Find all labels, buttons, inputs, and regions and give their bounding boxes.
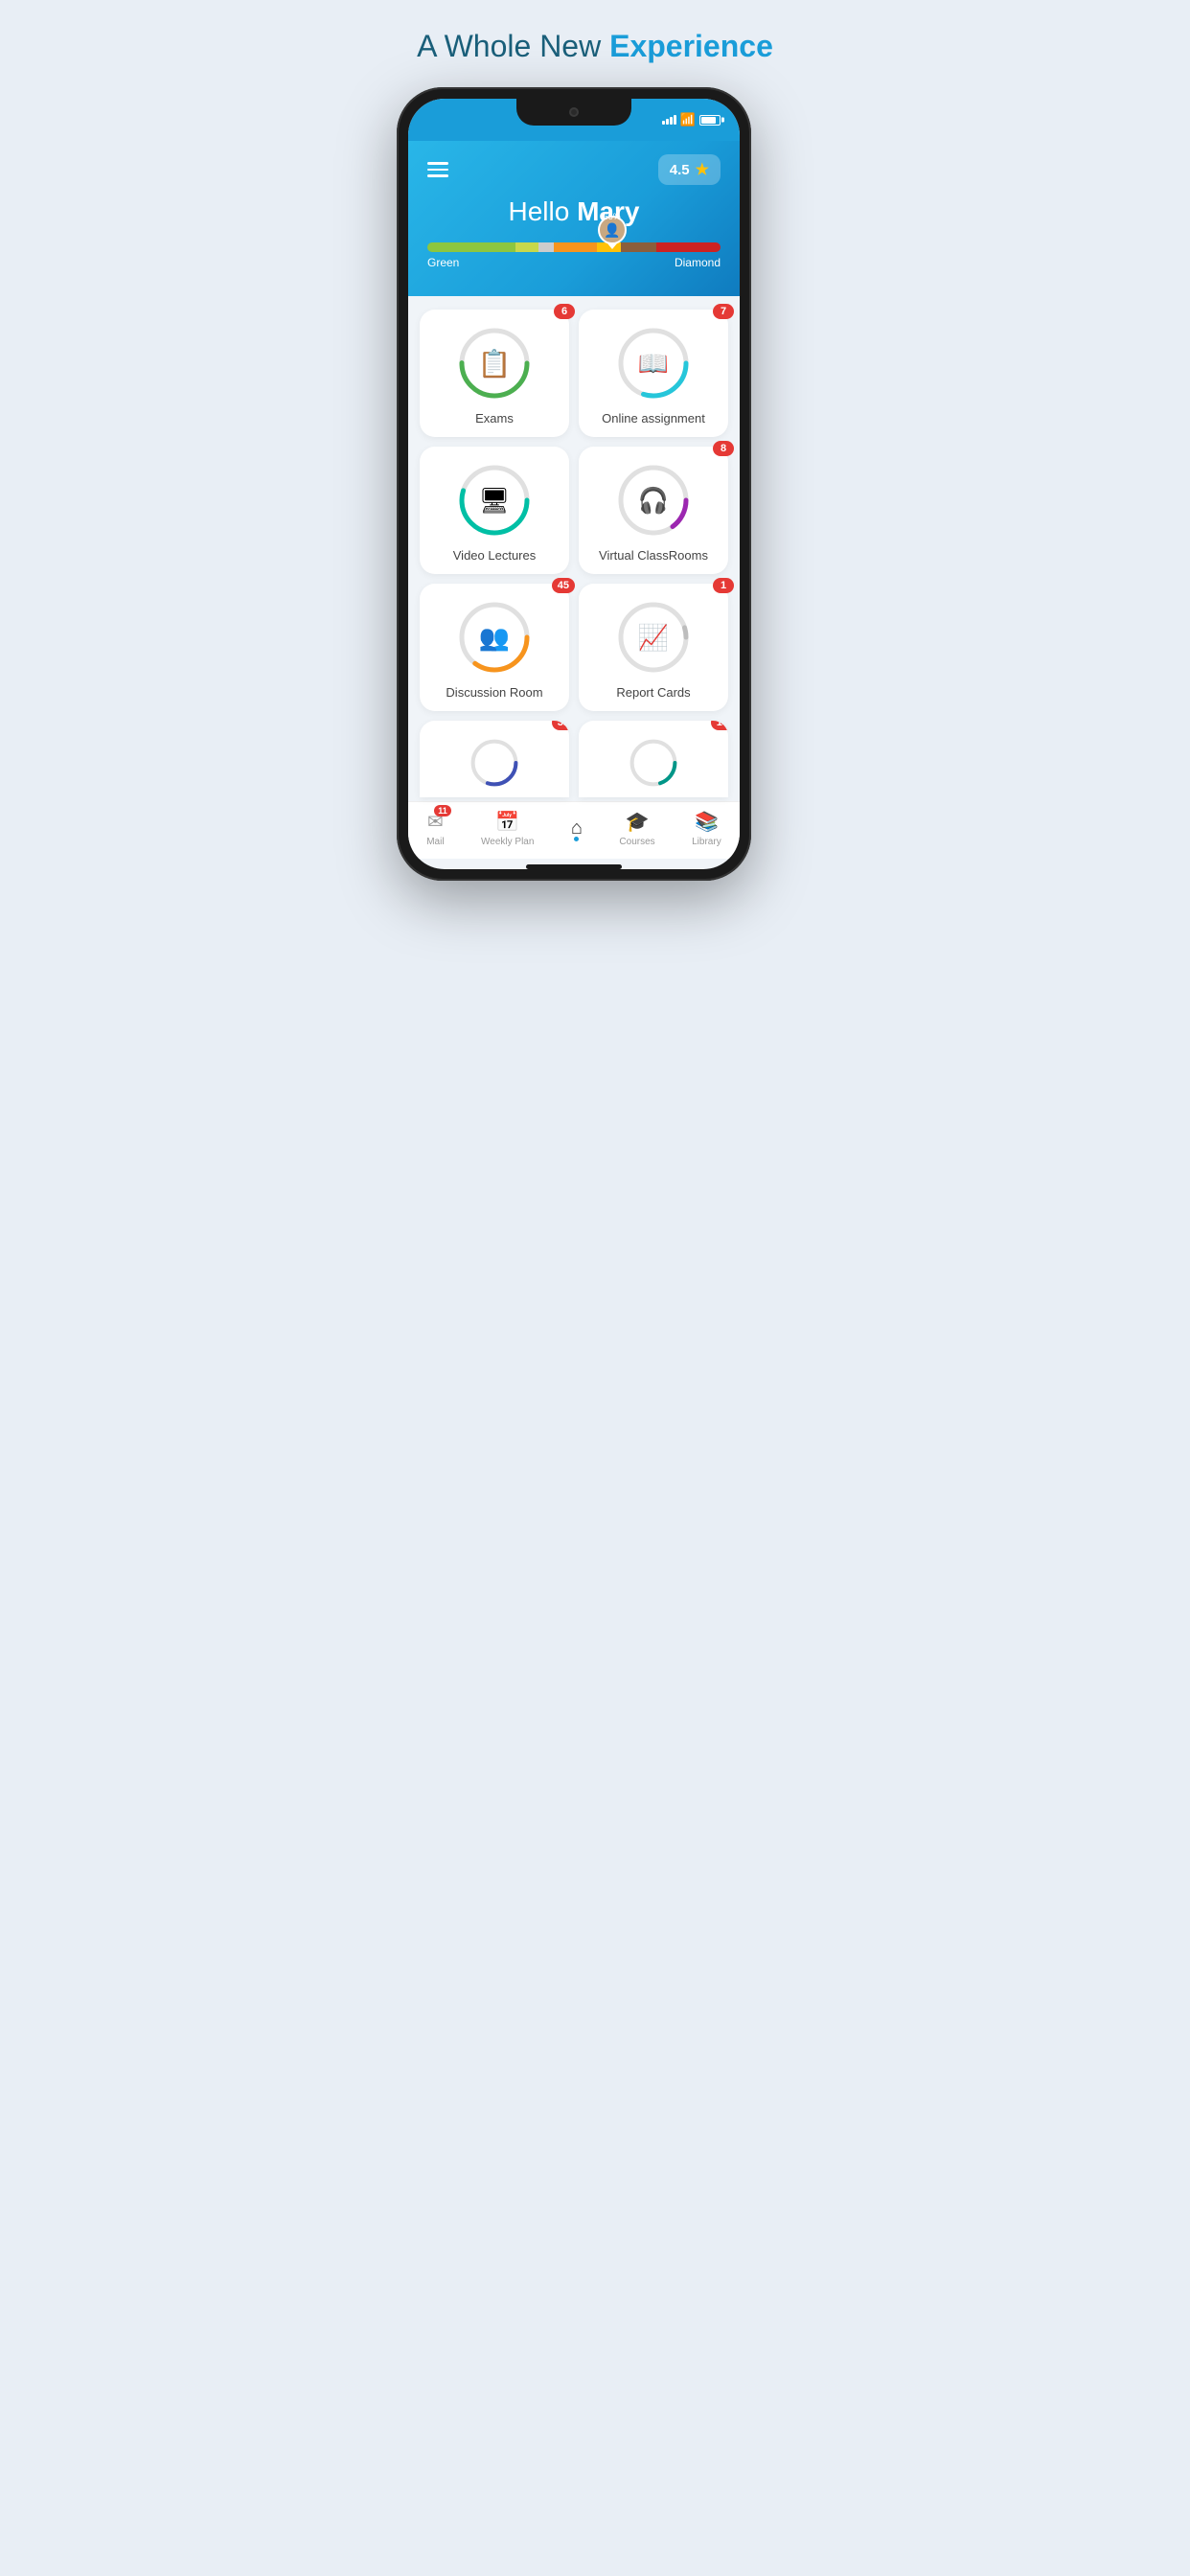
- label-video-lectures: Video Lectures: [453, 548, 537, 563]
- progress-orange: [554, 242, 598, 252]
- app-header: 4.5 ★ Hello Mary 👤 65%: [408, 141, 740, 296]
- nav-badge-mail: 11: [434, 805, 451, 816]
- card-exams[interactable]: 6 📋 Exams: [420, 310, 569, 437]
- label-online-assignment: Online assignment: [602, 411, 705, 426]
- circle-video-lectures: 🖥: [456, 462, 533, 539]
- weekly-plan-icon: 📅: [495, 810, 519, 834]
- courses-icon: 🎓: [626, 810, 650, 834]
- nav-weekly-plan[interactable]: 📅 Weekly Plan: [481, 810, 534, 847]
- label-report-cards: Report Cards: [616, 685, 690, 700]
- avatar-pin: [607, 243, 617, 249]
- notch: [516, 99, 631, 126]
- greeting: Hello Mary: [427, 196, 721, 227]
- status-icons: 📶: [662, 112, 721, 127]
- card-virtual-classrooms[interactable]: 8 🎧 Virtual ClassRooms: [579, 447, 728, 574]
- nav-label-library: Library: [692, 837, 721, 847]
- signal-icon: [662, 115, 676, 125]
- content-area: 6 📋 Exams 7: [408, 296, 740, 797]
- nav-library[interactable]: 📚 Library: [692, 810, 721, 847]
- bottom-nav: ✉ 11 Mail 📅 Weekly Plan ⌂ 🎓: [408, 801, 740, 859]
- progress-labels: Green Diamond: [427, 256, 721, 269]
- badge-partial-right: 13: [711, 721, 728, 730]
- star-icon: ★: [696, 160, 709, 179]
- title-highlight: Experience: [609, 29, 773, 63]
- nav-label-weekly-plan: Weekly Plan: [481, 837, 534, 847]
- progress-bar-container: 👤 65%: [427, 242, 721, 269]
- progress-gray: [538, 242, 553, 252]
- badge-discussion-room: 45: [552, 578, 575, 593]
- label-discussion-room: Discussion Room: [446, 685, 542, 700]
- phone-shell: 📶 4.5 ★: [397, 87, 751, 881]
- progress-label-right: Diamond: [675, 256, 721, 269]
- status-bar: 📶: [408, 99, 740, 141]
- page-title: A Whole New Experience: [397, 29, 793, 64]
- cards-grid: 6 📋 Exams 7: [420, 310, 728, 711]
- card-online-assignment[interactable]: 7 📖 Online assignment: [579, 310, 728, 437]
- circle-discussion-room: 👥: [456, 599, 533, 676]
- badge-virtual-classrooms: 8: [713, 441, 734, 456]
- progress-green: [427, 242, 515, 252]
- badge-online-assignment: 7: [713, 304, 734, 319]
- ring-svg-partial-left: [461, 736, 528, 790]
- card-video-lectures[interactable]: 🖥 Video Lectures: [420, 447, 569, 574]
- nav-mail[interactable]: ✉ 11 Mail: [426, 810, 444, 847]
- progress-percent-label: 65%: [604, 212, 621, 221]
- rating-value: 4.5: [670, 162, 690, 178]
- nav-label-courses: Courses: [619, 837, 654, 847]
- card-discussion-room[interactable]: 45 👥 Discussion Room: [420, 584, 569, 711]
- card-partial-left[interactable]: 31: [420, 721, 569, 797]
- rating-badge: 4.5 ★: [658, 154, 721, 185]
- home-active-dot: [574, 837, 579, 841]
- card-partial-right[interactable]: 13: [579, 721, 728, 797]
- circle-report-cards: 📈: [615, 599, 692, 676]
- badge-report-cards: 1: [713, 578, 734, 593]
- phone-screen: 📶 4.5 ★: [408, 99, 740, 869]
- badge-partial-left: 31: [552, 721, 569, 730]
- label-virtual-classrooms: Virtual ClassRooms: [599, 548, 708, 563]
- partial-cards-grid: 31 13: [420, 721, 728, 797]
- progress-track: [427, 242, 721, 252]
- progress-label-left: Green: [427, 256, 459, 269]
- title-normal: A Whole New: [417, 29, 609, 63]
- wifi-icon: 📶: [680, 112, 696, 127]
- greeting-normal: Hello: [509, 196, 578, 226]
- label-exams: Exams: [475, 411, 514, 426]
- nav-courses[interactable]: 🎓 Courses: [619, 810, 654, 847]
- progress-red: [656, 242, 721, 252]
- badge-exams: 6: [554, 304, 575, 319]
- nav-home[interactable]: ⌂: [571, 817, 583, 840]
- menu-button[interactable]: [427, 162, 448, 177]
- nav-label-mail: Mail: [426, 837, 444, 847]
- battery-icon: [699, 115, 721, 126]
- circle-virtual-classrooms: 🎧: [615, 462, 692, 539]
- ring-svg-partial-right: [620, 736, 687, 790]
- home-indicator-bar: [526, 864, 622, 869]
- circle-exams: 📋: [456, 325, 533, 402]
- card-report-cards[interactable]: 1 📈 Report Cards: [579, 584, 728, 711]
- circle-online-assignment: 📖: [615, 325, 692, 402]
- camera: [569, 107, 579, 117]
- library-icon: 📚: [695, 810, 719, 834]
- progress-lime: [515, 242, 538, 252]
